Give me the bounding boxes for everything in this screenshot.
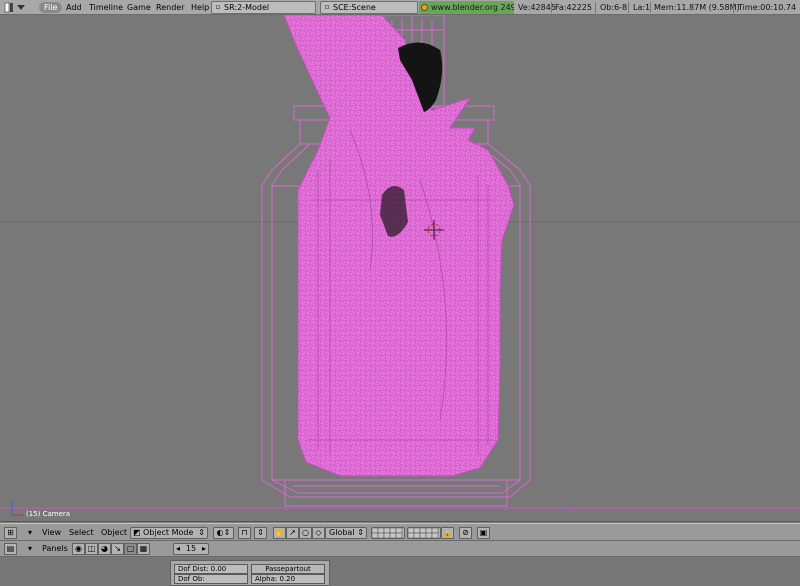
menu-panels[interactable]: Panels [42, 543, 68, 555]
stat-memory: Mem:11.87M (9.58M) [654, 3, 740, 12]
layer-buttons-a[interactable] [371, 527, 405, 539]
stat-time: Time:00:10.74 [738, 3, 797, 12]
lock-icon[interactable]: 🔒 [441, 527, 454, 539]
editing-context-icon[interactable]: ▢ [124, 543, 137, 555]
info-header: File Add Timeline Game Render Help ▫ SR:… [0, 0, 800, 15]
screen-name: SR:2-Model [224, 3, 270, 12]
mode-selector[interactable]: ◩ Object Mode ⇕ [130, 527, 208, 539]
scale-icon[interactable]: ◇ [312, 527, 325, 539]
pivot-icon[interactable]: ⊓ [238, 527, 251, 539]
menu-object[interactable]: Object [101, 527, 127, 539]
object-origin-icon [569, 507, 575, 513]
menu-timeline[interactable]: Timeline [89, 0, 123, 15]
stat-divider [551, 2, 552, 13]
3d-viewport[interactable]: (15) Camera [0, 15, 800, 522]
collapse-header-icon[interactable]: ▾ [24, 527, 36, 539]
blender-logo-icon [421, 4, 428, 11]
object-mode-icon: ◩ [133, 528, 141, 537]
pivot-chevron-icon[interactable]: ⇕ [254, 527, 267, 539]
frame-prev-icon[interactable]: ◂ [176, 544, 180, 554]
passepartout-toggle[interactable]: Passepartout [251, 564, 325, 574]
menu-game[interactable]: Game [127, 0, 151, 15]
stat-faces: Fa:42225 [555, 3, 592, 12]
window-type-icon[interactable] [4, 0, 14, 15]
render-preview-icon[interactable]: ▣ [477, 527, 490, 539]
shading-context-icon[interactable]: ◕ [98, 543, 111, 555]
layer-buttons-b[interactable] [407, 527, 441, 539]
scene-context-icon[interactable]: ▦ [137, 543, 150, 555]
mode-value: Object Mode [143, 528, 194, 537]
buttons-window-type-icon[interactable]: ▤ [4, 543, 17, 555]
scene-browse-icon[interactable]: ▫ [323, 2, 331, 13]
camera-panel: Dof Dist: 0.00 Dof Ob: Passepartout Alph… [170, 560, 330, 586]
3d-view-header: ⊞ ▾ View Select Object ◩ Object Mode ⇕ ◐… [0, 523, 800, 541]
scene-name: SCE:Scene [333, 3, 376, 12]
frame-next-icon[interactable]: ▸ [202, 544, 206, 554]
stat-divider [595, 2, 596, 13]
alpha-field[interactable]: Alpha: 0.20 [251, 574, 325, 584]
orientation-chevron-icon: ⇕ [357, 528, 364, 537]
dof-dist-field[interactable]: Dof Dist: 0.00 [174, 564, 248, 574]
menu-help[interactable]: Help [191, 0, 209, 15]
orientation-selector[interactable]: Global ⇕ [325, 527, 367, 539]
scene-selector[interactable]: ▫ SCE:Scene [320, 1, 418, 14]
stat-divider [650, 2, 651, 13]
menu-view[interactable]: View [42, 527, 61, 539]
frame-value: 15 [185, 544, 197, 553]
menu-render[interactable]: Render [156, 0, 184, 15]
stat-divider [733, 2, 734, 13]
rotate-icon[interactable]: ○ [299, 527, 312, 539]
chevron-down-icon: ⇕ [198, 528, 205, 537]
frame-number-field[interactable]: ◂ 15 ▸ [173, 543, 209, 555]
draw-type-selector[interactable]: ◐⇕ [213, 527, 234, 539]
dof-ob-field[interactable]: Dof Ob: [174, 574, 248, 584]
stat-divider [628, 2, 629, 13]
menu-file[interactable]: File [39, 2, 63, 13]
screen-browse-icon[interactable]: ▫ [214, 2, 222, 13]
viewport-canvas [0, 15, 800, 516]
menu-select[interactable]: Select [69, 527, 94, 539]
cloth-mesh-detail [284, 15, 514, 476]
stat-objects: Ob:6-8 [600, 3, 628, 12]
menu-add[interactable]: Add [66, 0, 82, 15]
script-context-icon[interactable]: ◫ [85, 543, 98, 555]
link-icon[interactable]: ⊘ [459, 527, 472, 539]
collapse-buttons-header-icon[interactable]: ▾ [24, 543, 36, 555]
stat-lamps: La:1 [633, 3, 651, 12]
view-type-icon[interactable]: ⊞ [4, 527, 17, 539]
translate-icon[interactable]: ↗ [286, 527, 299, 539]
blender-url[interactable]: www.blender.org 249.2 [419, 1, 514, 14]
url-text: www.blender.org 249.2 [431, 3, 514, 12]
logic-context-icon[interactable]: ◉ [72, 543, 85, 555]
buttons-window-header: ▤ ▾ Panels ◉ ◫ ◕ ↘ ▢ ▦ ◂ 15 ▸ [0, 541, 800, 557]
object-context-icon[interactable]: ↘ [111, 543, 124, 555]
collapse-menu-icon[interactable] [16, 0, 26, 15]
hand-manipulator-icon[interactable]: ✋ [273, 527, 286, 539]
camera-label: (15) Camera [26, 510, 71, 518]
buttons-panel-area [0, 557, 800, 586]
orientation-value: Global [329, 528, 355, 537]
screen-selector[interactable]: ▫ SR:2-Model [211, 1, 316, 14]
